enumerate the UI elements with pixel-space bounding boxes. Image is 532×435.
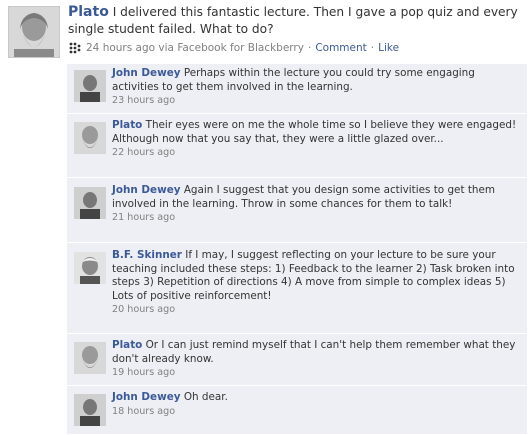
post-meta: 24 hours ago via Facebook for Blackberry… (68, 40, 528, 56)
comment-time: 22 hours ago (112, 147, 176, 158)
avatar-dewey[interactable] (74, 187, 106, 219)
comment-time: 18 hours ago (112, 405, 176, 417)
comments-list: John Dewey Perhaps within the lecture yo… (67, 64, 527, 434)
blackberry-icon (68, 41, 82, 55)
avatar-dewey[interactable] (74, 394, 106, 426)
comment-item: B.F. Skinner If I may, I suggest reflect… (67, 246, 527, 334)
comment-item: John Dewey Oh dear. 18 hours ago (67, 388, 527, 428)
comment-item: Plato Or I can just remind myself that I… (67, 336, 527, 386)
avatar-plato[interactable] (74, 342, 106, 374)
comment-time: 20 hours ago (112, 304, 176, 315)
comment-item: Plato Their eyes were on me the whole ti… (67, 116, 527, 178)
comment-item: John Dewey Again I suggest that you desi… (67, 181, 527, 243)
post-author[interactable]: Plato (68, 4, 109, 20)
post-timestamp: 24 hours ago via Facebook for Blackberry (86, 42, 304, 54)
like-link[interactable]: Like (378, 42, 399, 54)
comment-time: 21 hours ago (112, 212, 176, 223)
avatar-skinner[interactable] (74, 252, 106, 284)
comment-author[interactable]: John Dewey (112, 184, 181, 196)
avatar-plato[interactable] (8, 6, 60, 58)
comment-time: 23 hours ago (112, 95, 176, 106)
comment-author[interactable]: John Dewey (112, 67, 181, 79)
comment-text: Their eyes were on me the whole time so … (112, 119, 517, 145)
post-content: Plato I delivered this fantastic lecture… (68, 4, 528, 38)
comment-item: John Dewey Perhaps within the lecture yo… (67, 64, 527, 114)
comment-time: 19 hours ago (112, 367, 176, 378)
comment-author[interactable]: B.F. Skinner (112, 249, 182, 261)
avatar-plato[interactable] (74, 122, 106, 154)
post-text: I delivered this fantastic lecture. Then… (68, 5, 518, 36)
avatar-dewey[interactable] (74, 70, 106, 102)
comment-link[interactable]: Comment (315, 42, 366, 54)
comment-text: Or I can just remind myself that I can't… (112, 339, 516, 365)
comment-author[interactable]: Plato (112, 339, 142, 351)
comment-author[interactable]: Plato (112, 119, 142, 131)
meta-separator: · (307, 42, 312, 54)
meta-separator: · (370, 42, 375, 54)
comment-text: Oh dear. (183, 391, 228, 403)
comment-author[interactable]: John Dewey (112, 391, 181, 403)
